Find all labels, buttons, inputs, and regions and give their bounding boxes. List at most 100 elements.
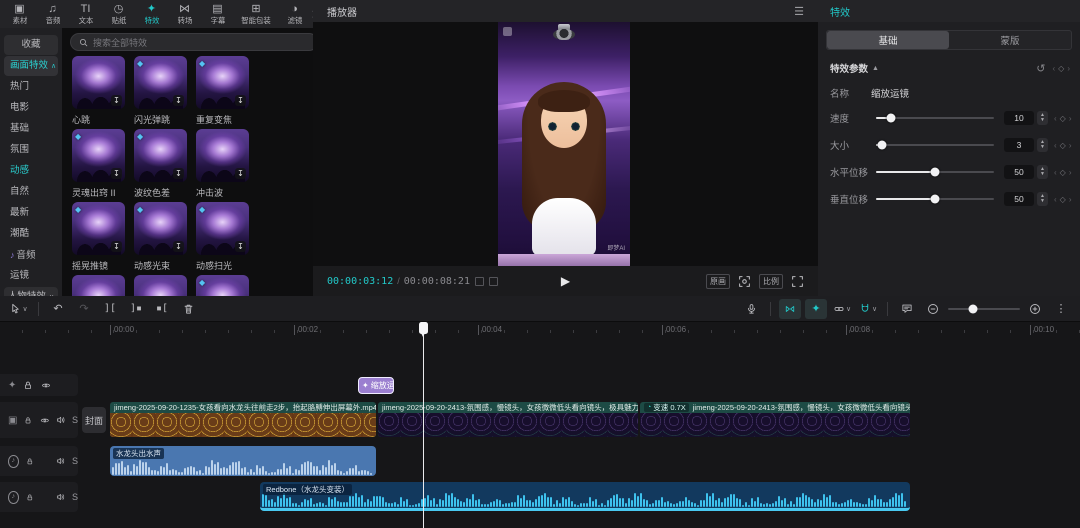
- size-slider[interactable]: [876, 144, 994, 146]
- horizontal-shift-slider[interactable]: [876, 171, 994, 173]
- keyframe-next-icon[interactable]: ›: [1069, 168, 1072, 177]
- effect-thumbnail[interactable]: ◆↧: [134, 56, 187, 109]
- speaker-icon[interactable]: [56, 415, 65, 425]
- effect-thumbnail[interactable]: ◆↧: [196, 202, 249, 255]
- effect-thumbnail[interactable]: ↧: [72, 56, 125, 109]
- effect-thumbnail[interactable]: ↧: [196, 129, 249, 182]
- keyframe-next-icon[interactable]: ›: [1069, 195, 1072, 204]
- download-icon[interactable]: ↧: [111, 95, 122, 106]
- delete-right-button[interactable]: ▪[: [151, 299, 173, 319]
- playhead-handle[interactable]: [419, 322, 428, 334]
- horizontal-shift-stepper[interactable]: ▲▼: [1037, 165, 1048, 179]
- sidebar-item-camera-move[interactable]: 运镜: [4, 266, 58, 286]
- fullscreen-icon[interactable]: [791, 275, 804, 288]
- effect-card-partial[interactable]: ◆: [196, 275, 249, 296]
- sidebar-item-hot[interactable]: 热门: [4, 77, 58, 97]
- effect-thumbnail[interactable]: ◆↧: [72, 202, 125, 255]
- keyframe-prev-icon[interactable]: ‹: [1053, 64, 1056, 73]
- effect-card-dynamic-beam[interactable]: ◆↧ 动感光束: [134, 202, 187, 272]
- player-option-icon[interactable]: [489, 277, 498, 286]
- speed-slider[interactable]: [876, 117, 994, 119]
- effect-card-shockwave[interactable]: ↧ 冲击波: [196, 129, 249, 199]
- effect-card-heartbeat[interactable]: ↧ 心跳: [72, 56, 125, 126]
- effect-card-flash-bounce[interactable]: ◆↧ 闪光弹跳: [134, 56, 187, 126]
- keyframe-next-icon[interactable]: ›: [1067, 64, 1070, 73]
- video-preview[interactable]: 即梦AI: [498, 22, 630, 268]
- speed-value[interactable]: 10: [1004, 111, 1034, 125]
- eye-icon[interactable]: [40, 416, 50, 425]
- keyframe-diamond-icon[interactable]: ◇: [1060, 141, 1066, 150]
- tab-mask[interactable]: 蒙版: [949, 31, 1071, 49]
- effect-clip[interactable]: ✦ 缩放运镜: [358, 377, 394, 394]
- select-tool-button[interactable]: ∨: [8, 299, 30, 319]
- timeline-zoom-slider[interactable]: [948, 308, 1020, 310]
- zoom-in-button[interactable]: [1024, 299, 1046, 319]
- speaker-icon[interactable]: [56, 456, 65, 466]
- lock-icon[interactable]: [23, 380, 33, 391]
- reset-icon[interactable]: ↺: [1036, 62, 1045, 75]
- audio-clip-redbone[interactable]: Redbone（水龙头变装）: [260, 482, 910, 511]
- preview-snap-button[interactable]: ∨: [857, 299, 879, 319]
- keyframe-diamond-icon[interactable]: ◇: [1060, 195, 1066, 204]
- effect-card-dynamic-sweep[interactable]: ◆↧ 动感扫光: [196, 202, 249, 272]
- video-clip-2[interactable]: jimeng-2025-09-20-2413-氛围感，慢镜头，女孩微微低头看向镜…: [378, 402, 638, 437]
- audio-clip-water-sound[interactable]: 水龙头出水声: [110, 446, 376, 476]
- split-button[interactable]: ][: [99, 299, 121, 319]
- effect-thumbnail[interactable]: ◆↧: [196, 56, 249, 109]
- record-voiceover-button[interactable]: [740, 299, 762, 319]
- vertical-shift-value[interactable]: 50: [1004, 192, 1034, 206]
- download-icon[interactable]: ↧: [173, 168, 184, 179]
- tab-basic[interactable]: 基础: [827, 31, 949, 49]
- effect-card-partial[interactable]: [134, 275, 187, 296]
- download-icon[interactable]: ↧: [235, 95, 246, 106]
- sidebar-section-screen-effects[interactable]: 画面特效∧: [4, 56, 58, 76]
- horizontal-shift-value[interactable]: 50: [1004, 165, 1034, 179]
- sidebar-item-movie[interactable]: 电影: [4, 98, 58, 118]
- keyframe-diamond-icon[interactable]: ◇: [1060, 114, 1066, 123]
- sidebar-item-trendy[interactable]: 潮酷: [4, 224, 58, 244]
- keyframe-diamond-icon[interactable]: ◇: [1060, 168, 1066, 177]
- download-icon[interactable]: ↧: [173, 241, 184, 252]
- player-menu-icon[interactable]: ☰: [794, 5, 804, 18]
- focus-icon[interactable]: [738, 275, 751, 288]
- player-option-icon[interactable]: [475, 277, 484, 286]
- tab-text[interactable]: TI文本: [70, 1, 101, 27]
- keyframe-next-icon[interactable]: ›: [1069, 141, 1072, 150]
- link-toggle-button[interactable]: ∨: [831, 299, 853, 319]
- keyframe-prev-icon[interactable]: ‹: [1054, 141, 1057, 150]
- size-value[interactable]: 3: [1004, 138, 1034, 152]
- keyframe-next-icon[interactable]: ›: [1069, 114, 1072, 123]
- effect-card-ripple-aberration[interactable]: ◆↧ 波纹色差: [134, 129, 187, 199]
- keyframe-prev-icon[interactable]: ‹: [1054, 114, 1057, 123]
- keyframe-diamond-icon[interactable]: ◇: [1058, 64, 1064, 73]
- sidebar-item-basic[interactable]: 基础: [4, 119, 58, 139]
- video-clip-3[interactable]: ◔变速 0.7X jimeng-2025-09-20-2413-氛围感，慢镜头，…: [640, 402, 910, 437]
- section-collapse-icon[interactable]: ▲: [872, 65, 879, 72]
- download-icon[interactable]: ↧: [173, 95, 184, 106]
- effect-thumbnail[interactable]: ◆↧: [134, 202, 187, 255]
- zoom-out-button[interactable]: [922, 299, 944, 319]
- undo-button[interactable]: ↶: [47, 299, 69, 319]
- tab-caption[interactable]: ▤字幕: [202, 1, 233, 27]
- delete-left-button[interactable]: ]▪: [125, 299, 147, 319]
- effect-card-partial[interactable]: [72, 275, 125, 296]
- effect-thumbnail[interactable]: ◆: [196, 275, 249, 296]
- speed-stepper[interactable]: ▲▼: [1037, 111, 1048, 125]
- sidebar-item-audio[interactable]: ♪音频: [4, 245, 58, 265]
- effect-thumbnail[interactable]: [72, 275, 125, 296]
- speaker-icon[interactable]: [56, 492, 65, 502]
- sidebar-item-atmosphere[interactable]: 氛围: [4, 140, 58, 160]
- download-icon[interactable]: ↧: [111, 241, 122, 252]
- keyframe-prev-icon[interactable]: ‹: [1054, 168, 1057, 177]
- effects-search-input[interactable]: 搜索全部特效: [70, 33, 318, 51]
- timeline-comment-button[interactable]: [896, 299, 918, 319]
- lock-icon[interactable]: [26, 456, 34, 467]
- solo-button[interactable]: S: [72, 415, 78, 425]
- playhead[interactable]: [423, 322, 424, 528]
- tab-sticker[interactable]: ◷贴纸: [103, 1, 134, 27]
- size-stepper[interactable]: ▲▼: [1037, 138, 1048, 152]
- effect-card-repeat-zoom[interactable]: ◆↧ 重复变焦: [196, 56, 249, 126]
- solo-button[interactable]: S: [72, 456, 78, 466]
- eye-icon[interactable]: [40, 381, 52, 390]
- quality-badge[interactable]: 原画: [706, 274, 730, 289]
